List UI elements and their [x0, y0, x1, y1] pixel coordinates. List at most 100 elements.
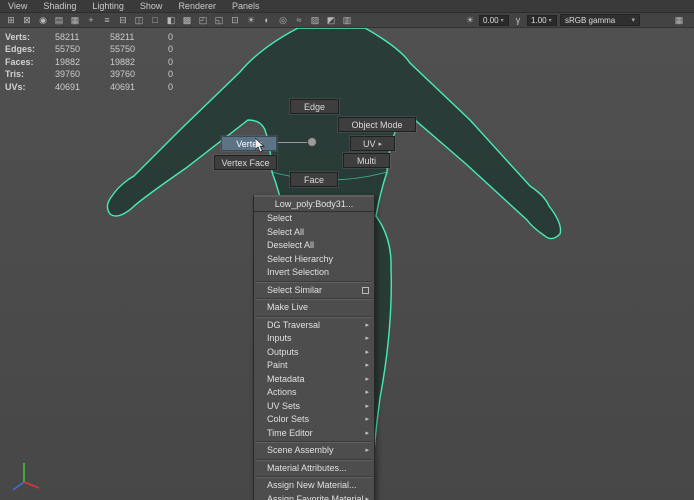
- context-menu-item[interactable]: Select Hierarchy: [254, 253, 374, 267]
- submenu-arrow-icon: ▸: [365, 402, 369, 410]
- context-menu-item-label: Make Live: [267, 302, 309, 312]
- exposure-icon[interactable]: ☀: [464, 15, 476, 26]
- context-menu-item-label: Select: [267, 213, 293, 223]
- hud-total-value: 55750: [55, 44, 81, 55]
- exposure-field[interactable]: 0.00 ▾: [479, 14, 509, 26]
- panel-menubar: View Shading Lighting Show Renderer Pane…: [0, 0, 694, 13]
- submenu-arrow-icon: ▸: [365, 495, 369, 500]
- context-menu-item-label: Time Editor: [267, 427, 313, 438]
- context-menu-items: Select Select All Deselect All Select Hi…: [254, 212, 374, 500]
- option-box-icon[interactable]: [362, 286, 369, 294]
- context-menu-item[interactable]: Time Editor ▸: [254, 427, 374, 441]
- context-menu-item[interactable]: Color Sets ▸: [254, 413, 374, 427]
- motion-blur-icon[interactable]: ≈: [291, 14, 307, 27]
- marking-menu-label: Multi: [356, 155, 376, 166]
- context-menu-item-label: Inputs: [267, 333, 292, 343]
- submenu-arrow-icon: ▸: [365, 335, 369, 342]
- gamma-icon[interactable]: γ: [512, 15, 524, 25]
- menu-separator: [256, 315, 372, 318]
- frame-all-icon[interactable]: ⊡: [227, 14, 243, 27]
- viewport[interactable]: Verts: 58211 58211 0 Edges: 55750 55750 …: [0, 28, 694, 500]
- marking-menu-vertex[interactable]: Vertex: [221, 136, 277, 151]
- menu-shading[interactable]: Shading: [43, 1, 76, 11]
- bookmarks-icon[interactable]: ▤: [51, 14, 67, 27]
- context-menu-item-label: Actions: [267, 387, 297, 397]
- context-menu-item[interactable]: Metadata ▸: [254, 373, 374, 387]
- menu-separator: [256, 280, 372, 283]
- marking-menu-edge[interactable]: Edge: [290, 99, 339, 114]
- context-menu-item[interactable]: Make Live: [254, 301, 374, 315]
- ambient-occlusion-icon[interactable]: ◎: [275, 14, 291, 27]
- spinner-caret-icon[interactable]: ▾: [501, 17, 504, 24]
- lighting-icon[interactable]: ☀: [243, 14, 259, 27]
- marking-menu-connector: [278, 142, 308, 143]
- image-plane-icon[interactable]: ▦: [67, 14, 83, 27]
- hud-row-label: Verts:: [5, 32, 31, 42]
- view-transform-dropdown[interactable]: sRGB gamma ▾: [560, 14, 640, 26]
- maya-viewport-panel: View Shading Lighting Show Renderer Pane…: [0, 0, 694, 500]
- marking-menu-vertex-face[interactable]: Vertex Face: [214, 155, 277, 170]
- film-gate-icon[interactable]: ◫: [131, 14, 147, 27]
- marking-menu-label: Edge: [303, 101, 326, 112]
- context-menu-item[interactable]: Scene Assembly ▸: [254, 444, 374, 458]
- context-menu-item[interactable]: Assign New Material...: [254, 479, 374, 493]
- lock-camera-icon[interactable]: ⊠: [19, 14, 35, 27]
- menu-panels[interactable]: Panels: [232, 1, 260, 11]
- context-menu-title: Low_poly:Body31...: [254, 196, 374, 212]
- select-camera-icon[interactable]: ⊞: [3, 14, 19, 27]
- hud-row-label: Edges:: [5, 44, 36, 55]
- context-menu-item[interactable]: UV Sets ▸: [254, 400, 374, 414]
- shadows-icon[interactable]: ◐: [259, 14, 275, 27]
- context-menu-item[interactable]: DG Traversal ▸: [254, 319, 374, 333]
- menu-separator: [256, 441, 372, 443]
- submenu-arrow-icon: ▸: [365, 447, 369, 454]
- context-menu-item[interactable]: Inputs ▸: [254, 332, 374, 346]
- context-menu-item[interactable]: Paint ▸: [254, 359, 374, 373]
- resolution-gate-icon[interactable]: □: [147, 14, 163, 27]
- context-menu-item[interactable]: Deselect All: [254, 239, 374, 253]
- marking-menu-uv[interactable]: UV ▸: [350, 136, 395, 151]
- context-menu-item[interactable]: Select Similar: [254, 284, 374, 298]
- context-menu-item[interactable]: Actions ▸: [254, 386, 374, 400]
- field-chart-icon[interactable]: ▩: [179, 14, 195, 27]
- context-menu: Low_poly:Body31... Select Select All Des…: [253, 195, 375, 500]
- context-menu-item[interactable]: Select All: [254, 226, 374, 240]
- context-menu-item-label: Scene Assembly: [267, 445, 334, 455]
- context-menu-item[interactable]: Material Attributes...: [254, 462, 374, 476]
- gamma-field[interactable]: 1.00 ▾: [527, 14, 557, 26]
- menu-renderer[interactable]: Renderer: [178, 1, 216, 11]
- multisample-icon[interactable]: ▨: [307, 14, 323, 27]
- marking-menu-face[interactable]: Face: [290, 172, 338, 187]
- context-menu-item[interactable]: Invert Selection: [254, 266, 374, 280]
- grid-icon[interactable]: ⊟: [115, 14, 131, 27]
- isolate-select-icon[interactable]: ◩: [323, 14, 339, 27]
- submenu-arrow-icon: ▸: [365, 362, 369, 369]
- chevron-down-icon: ▾: [631, 17, 635, 24]
- submenu-arrow-icon: ▸: [365, 348, 369, 356]
- context-menu-item[interactable]: Select: [254, 212, 374, 226]
- spinner-caret-icon[interactable]: ▾: [549, 17, 552, 24]
- menu-separator: [256, 476, 372, 478]
- panel-layout-icon[interactable]: ▦: [671, 14, 687, 27]
- context-menu-item-label: Material Attributes...: [267, 462, 347, 473]
- hud-row: Verts: 58211 58211 0: [5, 31, 188, 43]
- context-menu-item-label: Metadata: [267, 373, 305, 384]
- menu-lighting[interactable]: Lighting: [92, 1, 124, 11]
- safe-action-icon[interactable]: ◰: [195, 14, 211, 27]
- pan-zoom-2d-icon[interactable]: +: [83, 14, 99, 27]
- safe-title-icon[interactable]: ◱: [211, 14, 227, 27]
- gamma-value: 1.00: [531, 15, 547, 25]
- grease-pencil-icon[interactable]: ≡: [99, 14, 115, 27]
- view-axis-gnomon: [12, 463, 40, 491]
- marking-menu-multi[interactable]: Multi: [343, 153, 390, 168]
- context-menu-item[interactable]: Assign Favorite Material ▸: [254, 493, 374, 500]
- marking-menu-object-mode[interactable]: Object Mode: [338, 117, 416, 132]
- gate-mask-icon[interactable]: ◧: [163, 14, 179, 27]
- context-menu-item-label: Assign New Material...: [267, 480, 357, 490]
- menu-view[interactable]: View: [8, 1, 27, 11]
- context-menu-item[interactable]: Outputs ▸: [254, 346, 374, 360]
- menu-show[interactable]: Show: [140, 1, 163, 11]
- submenu-arrow-icon: ▸: [365, 321, 369, 329]
- xray-icon[interactable]: ▥: [339, 14, 355, 27]
- camera-attributes-icon[interactable]: ◉: [35, 14, 51, 27]
